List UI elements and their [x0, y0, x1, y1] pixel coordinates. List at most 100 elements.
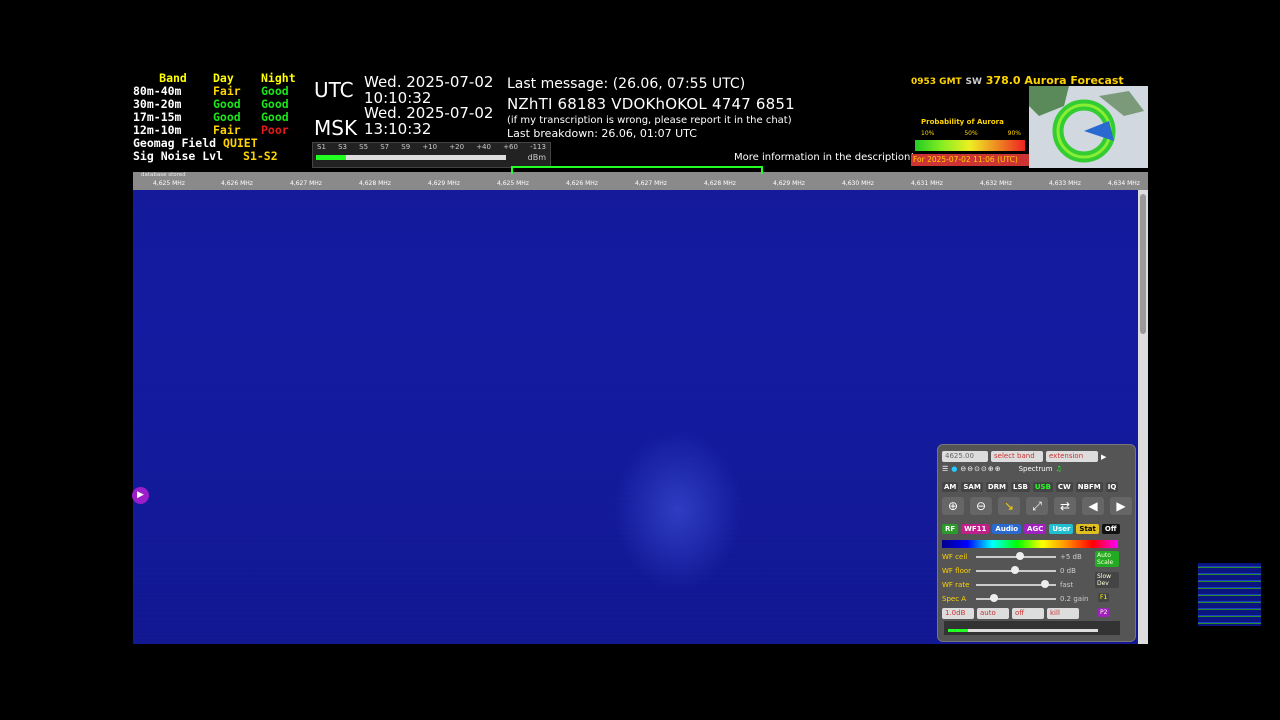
scale-label: 4,632 MHz: [980, 180, 1012, 187]
menu-icon[interactable]: ☰: [942, 465, 948, 473]
scale-label: 4,627 MHz: [290, 180, 322, 187]
mode-usb[interactable]: USB: [1032, 482, 1053, 492]
f1-button[interactable]: F1: [1098, 593, 1110, 602]
waterfall-scrollbar[interactable]: [1138, 190, 1148, 644]
record-icon[interactable]: ●: [951, 465, 957, 473]
utc-label: UTC: [314, 78, 354, 102]
slider-knob[interactable]: [1040, 580, 1049, 588]
s-meter-ticks: S1 S3 S5 S7 S9 +10 +20 +40 +60 -113: [313, 143, 550, 151]
more-info: More information in the description!: [734, 152, 915, 163]
zoom-max-icon[interactable]: ⤢: [1026, 497, 1048, 515]
s-meter-fill: [316, 155, 346, 160]
msk-date: Wed. 2025-07-02: [364, 104, 494, 122]
s-meter-tick: +60: [503, 143, 518, 151]
slider-label: WF ceil: [942, 553, 968, 561]
zoom-in-icon[interactable]: ⊕: [942, 497, 964, 515]
scale-label: 4,626 MHz: [221, 180, 253, 187]
slider-row: WF ceil +5 dB: [942, 552, 1090, 561]
message-content: NZhTI 68183 VDOKhOKOL 4747 6851: [507, 95, 795, 113]
aurora-sw: SW: [965, 77, 982, 87]
s-meter: S1 S3 S5 S7 S9 +10 +20 +40 +60 -113 dBm: [312, 142, 551, 168]
frequency-input[interactable]: 4625.00: [942, 451, 988, 462]
aurora-pct-item: 90%: [1007, 130, 1021, 137]
signoise-label: Sig Noise Lvl: [133, 149, 224, 163]
aurora-value: 378.0: [985, 74, 1021, 87]
step-buttons-icon[interactable]: ⊖⊖⊙⊙⊕⊕: [960, 465, 1001, 473]
slider-track[interactable]: [976, 552, 1056, 560]
zoom-out-icon[interactable]: ⊖: [970, 497, 992, 515]
scrollbar-thumb[interactable]: [1140, 194, 1146, 334]
auto-scale-button[interactable]: Auto Scale: [1095, 551, 1119, 567]
spectrum-label[interactable]: Spectrum: [1019, 465, 1053, 473]
tag-stat[interactable]: Stat: [1076, 524, 1099, 534]
slider-value: 0.2 gain: [1060, 595, 1089, 603]
next-icon[interactable]: ▶: [1110, 497, 1132, 515]
scale-label: 4,628 MHz: [359, 180, 391, 187]
prev-icon[interactable]: ◀: [1082, 497, 1104, 515]
colormap-bar[interactable]: [942, 540, 1118, 548]
aurora-gradient: [915, 140, 1025, 151]
bottom-select[interactable]: auto: [977, 608, 1009, 619]
tag-agc[interactable]: AGC: [1024, 524, 1047, 534]
scale-label: 4,629 MHz: [773, 180, 805, 187]
transcription-note: (if my transcription is wrong, please re…: [507, 115, 792, 126]
mode-drm[interactable]: DRM: [985, 482, 1008, 492]
db-label: database stored: [141, 172, 186, 178]
mode-nbfm[interactable]: NBFM: [1075, 482, 1103, 492]
slider-knob[interactable]: [1015, 552, 1024, 560]
mode-lsb[interactable]: LSB: [1011, 482, 1030, 492]
scale-label: 4,627 MHz: [635, 180, 667, 187]
band-select[interactable]: select band: [991, 451, 1043, 462]
slider-knob[interactable]: [990, 594, 999, 602]
scale-label: 4,625 MHz: [497, 180, 529, 187]
slider-value: fast: [1060, 581, 1074, 589]
zoom-band-icon[interactable]: ↘: [998, 497, 1020, 515]
aurora-pct-item: 50%: [964, 130, 978, 137]
slider-value: +5 dB: [1060, 553, 1082, 561]
mode-cw[interactable]: CW: [1055, 482, 1073, 492]
s-meter-tick: S1: [317, 143, 326, 151]
bottom-select[interactable]: kill: [1047, 608, 1079, 619]
tag-user[interactable]: User: [1049, 524, 1074, 534]
tag-off[interactable]: Off: [1101, 524, 1120, 534]
slider-value: 0 dB: [1060, 567, 1076, 575]
slider-knob[interactable]: [1010, 566, 1019, 574]
s-meter-tick: S3: [338, 143, 347, 151]
s-meter-tick: S7: [380, 143, 390, 151]
bottom-select[interactable]: 1.0dB: [942, 608, 974, 619]
mode-am[interactable]: AM: [942, 482, 959, 492]
swap-icon[interactable]: ⇄: [1054, 497, 1076, 515]
play-icon[interactable]: ▶: [1101, 453, 1106, 461]
slow-dev-button[interactable]: Slow Dev: [1095, 572, 1119, 588]
slider-track[interactable]: [976, 594, 1056, 602]
scale-label: 4,633 MHz: [1049, 180, 1081, 187]
scale-label: 4,634 MHz: [1108, 180, 1140, 187]
slider-track[interactable]: [976, 580, 1056, 588]
slider-label: WF floor: [942, 567, 972, 575]
bottom-select[interactable]: off: [1012, 608, 1044, 619]
mode-sam[interactable]: SAM: [961, 482, 983, 492]
msk-datetime: Wed. 2025-07-02 13:10:32: [364, 105, 509, 137]
tag-rf[interactable]: RF: [942, 524, 959, 534]
slider-track[interactable]: [976, 566, 1056, 574]
tag-wf[interactable]: WF11: [961, 524, 990, 534]
aurora-forecast: 0953 GMT SW 378.0 Aurora Forecast Probab…: [911, 72, 1148, 168]
mode-iq[interactable]: IQ: [1105, 482, 1119, 492]
frequency-scale[interactable]: database stored 4,625 MHz 4,626 MHz 4,62…: [133, 166, 1148, 190]
side-panel-toggle-icon[interactable]: ▶: [132, 487, 149, 504]
aurora-map-graphic: [1029, 86, 1148, 168]
aurora-map: [1029, 86, 1148, 168]
extension-select[interactable]: extension: [1046, 451, 1098, 462]
s-meter-tick: S9: [401, 143, 411, 151]
passband-indicator[interactable]: [511, 166, 763, 174]
tag-audio[interactable]: Audio: [992, 524, 1022, 534]
speaker-icon[interactable]: ♫: [1056, 465, 1062, 473]
control-panel: 4625.00 select band extension ▶ ☰ ● ⊖⊖⊙⊙…: [937, 444, 1136, 642]
slider-row: WF rate fast: [942, 580, 1090, 589]
aurora-pct-item: 10%: [921, 130, 935, 137]
p2-button[interactable]: P2: [1098, 608, 1110, 617]
scale-label: 4,626 MHz: [566, 180, 598, 187]
aurora-prob-label: Probability of Aurora: [921, 118, 1004, 126]
tag-row: RF WF11 Audio AGC User Stat Off: [942, 524, 1120, 534]
panel-s-meter: [944, 621, 1120, 635]
